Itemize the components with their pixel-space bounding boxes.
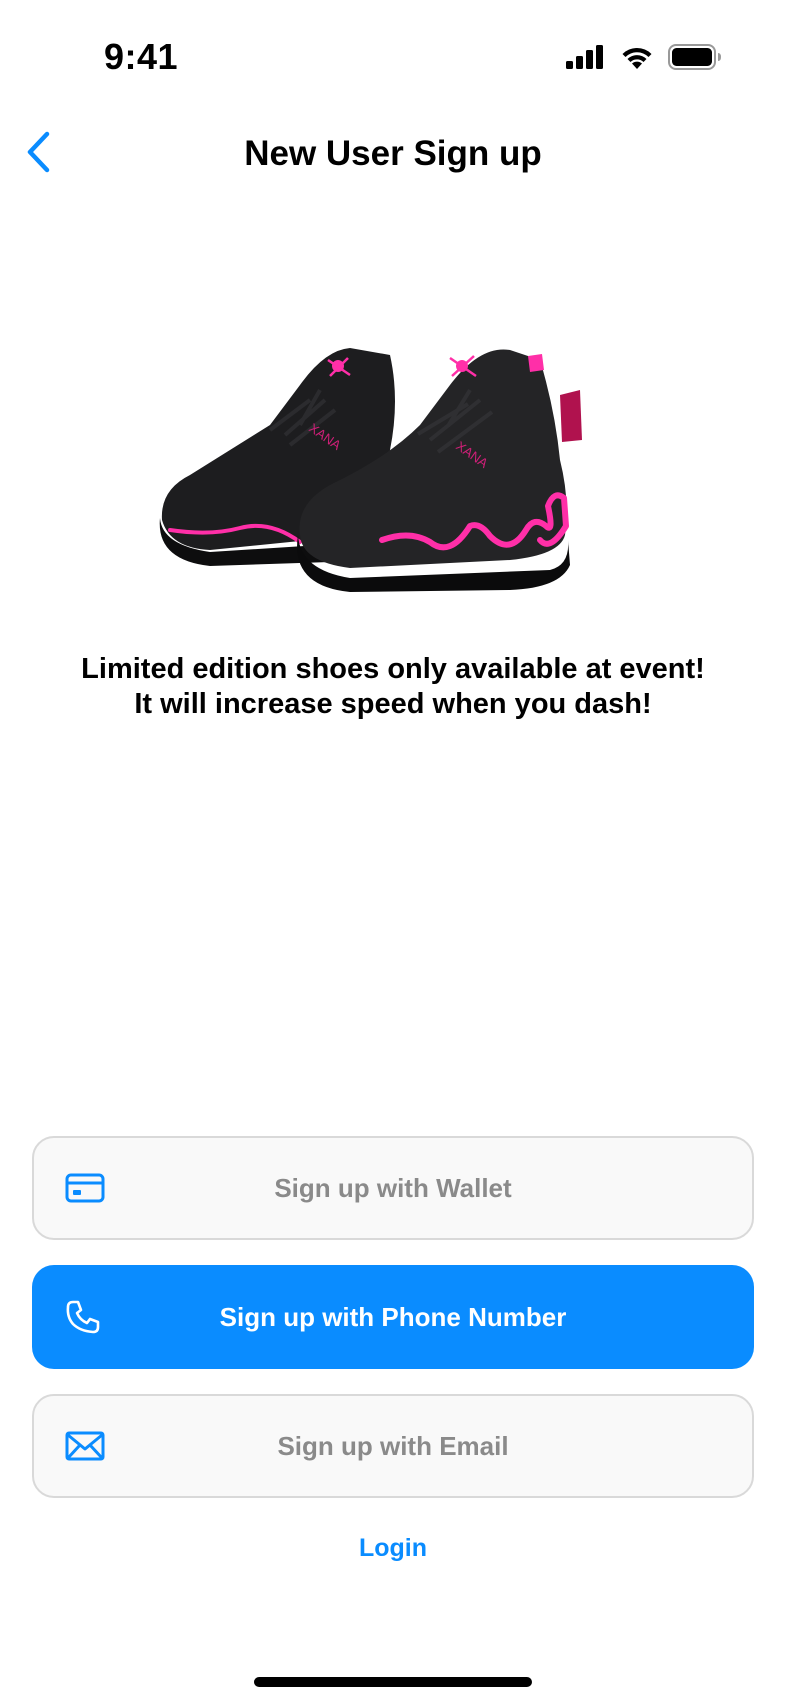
signup-phone-button[interactable]: Sign up with Phone Number	[32, 1265, 754, 1369]
shoe-image: XANA XANA	[150, 330, 630, 610]
signup-email-label: Sign up with Email	[277, 1430, 509, 1461]
phone-icon	[62, 1296, 104, 1338]
page-title: New User Sign up	[244, 134, 542, 173]
sneakers-illustration: XANA XANA	[159, 348, 582, 592]
status-time: 9:41	[104, 36, 179, 77]
wallet-card-icon	[64, 1167, 106, 1209]
promo-text: Limited edition shoes only available at …	[30, 652, 756, 722]
wifi-icon	[622, 47, 652, 69]
home-indicator[interactable]	[254, 1677, 532, 1687]
promo-line-2: It will increase speed when you dash!	[134, 688, 652, 720]
signup-email-button[interactable]: Sign up with Email	[32, 1394, 754, 1498]
status-bar: 9:41	[0, 0, 786, 116]
battery-icon	[668, 44, 721, 70]
status-icons	[566, 44, 722, 70]
promo-line-1: Limited edition shoes only available at …	[81, 653, 705, 685]
mail-icon	[64, 1425, 106, 1467]
navigation-bar: New User Sign up	[0, 116, 786, 190]
signup-wallet-label: Sign up with Wallet	[274, 1172, 512, 1203]
login-link[interactable]: Login	[0, 1534, 786, 1563]
signup-phone-label: Sign up with Phone Number	[219, 1301, 567, 1332]
cellular-signal-icon	[566, 45, 603, 69]
signup-wallet-button[interactable]: Sign up with Wallet	[32, 1136, 754, 1240]
